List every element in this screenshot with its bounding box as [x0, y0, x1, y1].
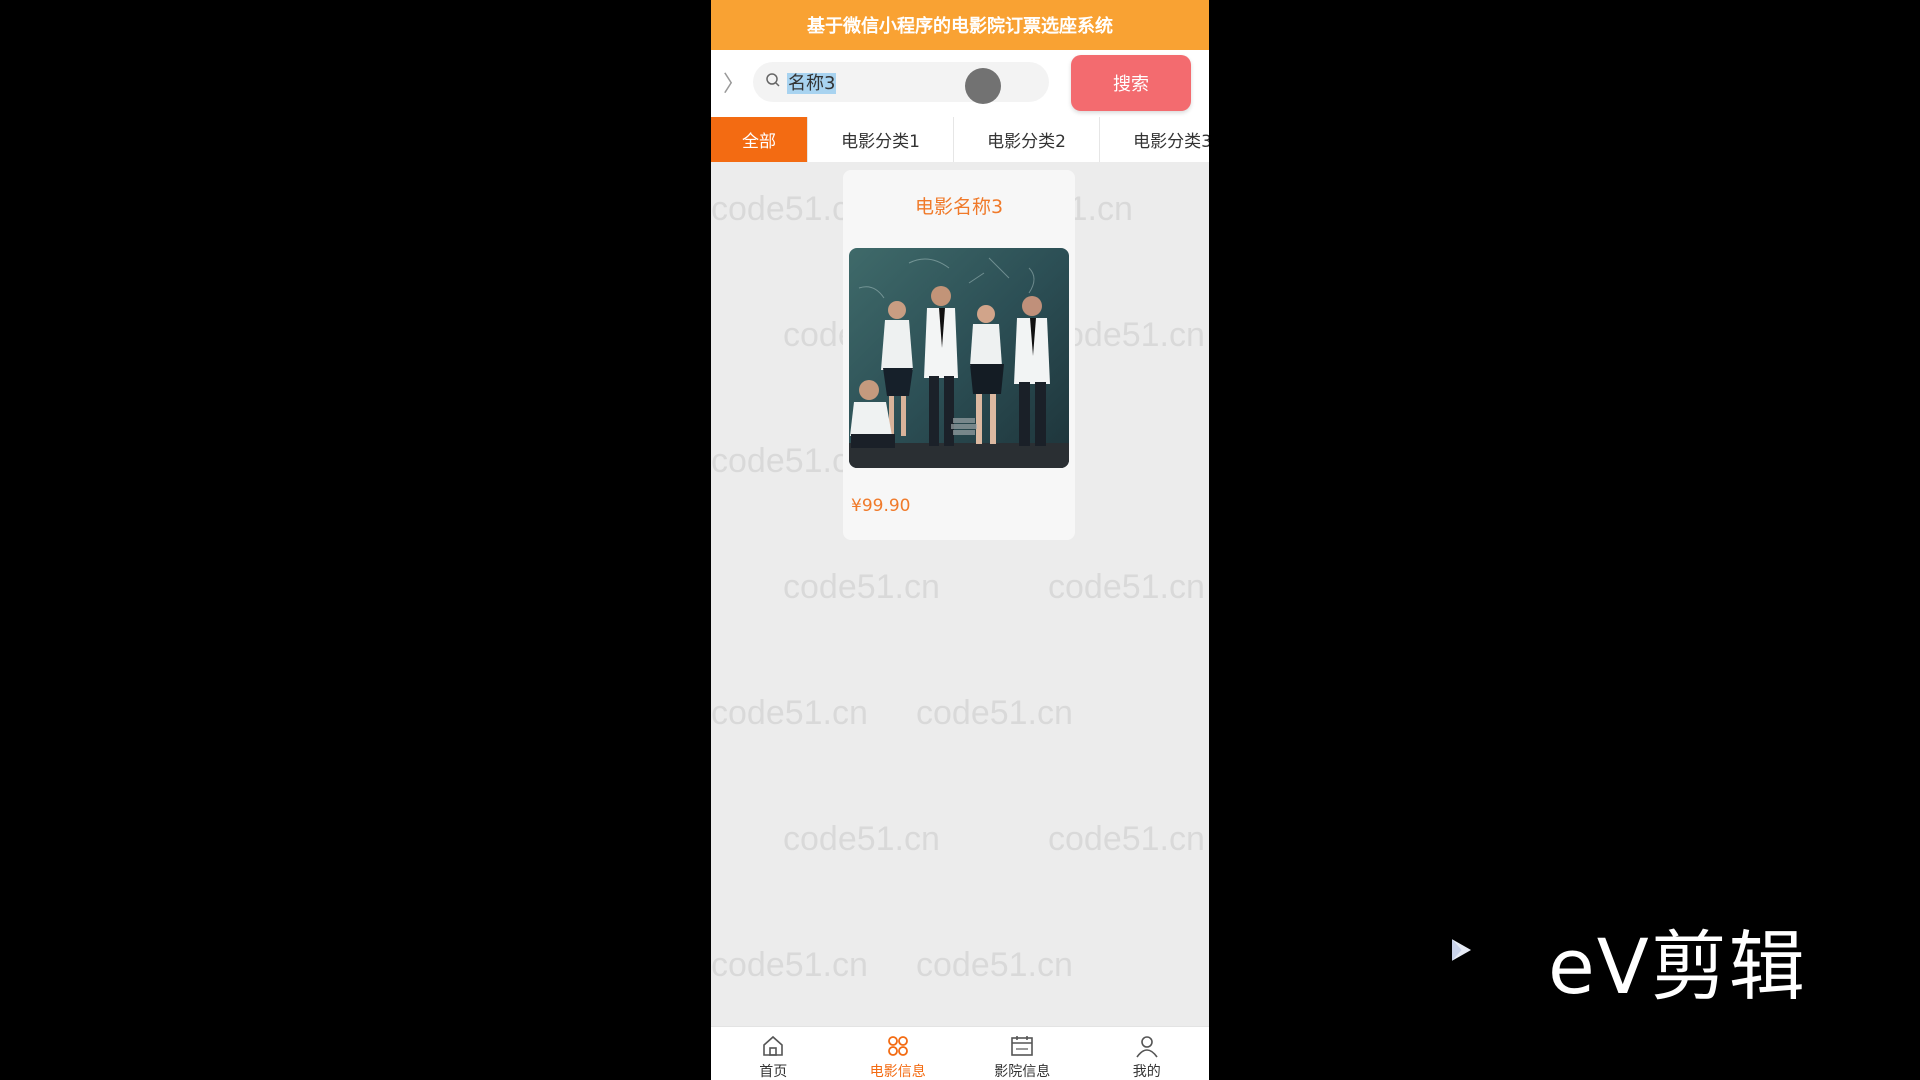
search-icon [765, 72, 781, 92]
watermark: code51.cn [711, 694, 868, 732]
movie-price: ¥99.90 [851, 496, 911, 516]
app-title: 基于微信小程序的电影院订票选座系统 [807, 16, 1113, 37]
search-button[interactable]: 搜索 [1071, 55, 1191, 111]
watermark: code51.cn [711, 946, 868, 984]
nav-label: 首页 [759, 1064, 788, 1080]
tab-all[interactable]: 全部 [711, 117, 808, 162]
watermark: code51.cn [1048, 820, 1205, 858]
nav-movie-info[interactable]: 电影信息 [836, 1027, 961, 1080]
phone-screen: code51.cn code51.cn code51.cn code51.cn … [711, 0, 1209, 1080]
tab-category-2[interactable]: 电影分类2 [954, 117, 1100, 162]
nav-home[interactable]: 首页 [711, 1027, 836, 1080]
category-tabs: 全部 电影分类1 电影分类2 电影分类3 [711, 117, 1209, 162]
watermark: code51.cn [783, 820, 940, 858]
back-chevron-icon[interactable]: 〉 [723, 66, 745, 98]
search-box[interactable]: 名称3 [753, 62, 1049, 102]
nav-label: 电影信息 [869, 1064, 926, 1080]
tab-category-1[interactable]: 电影分类1 [808, 117, 954, 162]
touch-indicator [965, 68, 1001, 104]
search-input[interactable]: 名称3 [787, 69, 837, 95]
user-icon [1136, 1036, 1158, 1058]
nav-label: 影院信息 [994, 1064, 1051, 1080]
movie-info-icon [887, 1036, 908, 1056]
home-icon [763, 1035, 784, 1056]
movie-card[interactable]: 电影名称3 ¥99.90 [843, 170, 1075, 540]
tab-category-3[interactable]: 电影分类3 [1100, 117, 1209, 162]
app-header: 基于微信小程序的电影院订票选座系统 [711, 0, 1209, 50]
watermark: code51.cn [783, 568, 940, 606]
bottom-nav: 首页 电影信息 影院信息 我的 [711, 1026, 1209, 1080]
ev-play-logo-icon [1452, 939, 1472, 961]
nav-mine[interactable]: 我的 [1085, 1027, 1210, 1080]
watermark: code51.cn [1048, 568, 1205, 606]
movie-poster[interactable] [849, 248, 1069, 468]
watermark: code51.cn [916, 694, 1073, 732]
search-bar: 〉 名称3 搜索 [711, 50, 1209, 117]
search-query-text: 名称3 [787, 73, 837, 94]
cinema-info-icon [1011, 1036, 1034, 1056]
nav-label: 我的 [1132, 1064, 1161, 1080]
watermark: code51.cn [916, 946, 1073, 984]
nav-cinema-info[interactable]: 影院信息 [960, 1027, 1085, 1080]
ev-brand-text: eV剪辑 [1548, 922, 1807, 1011]
movie-title: 电影名称3 [914, 196, 1004, 218]
